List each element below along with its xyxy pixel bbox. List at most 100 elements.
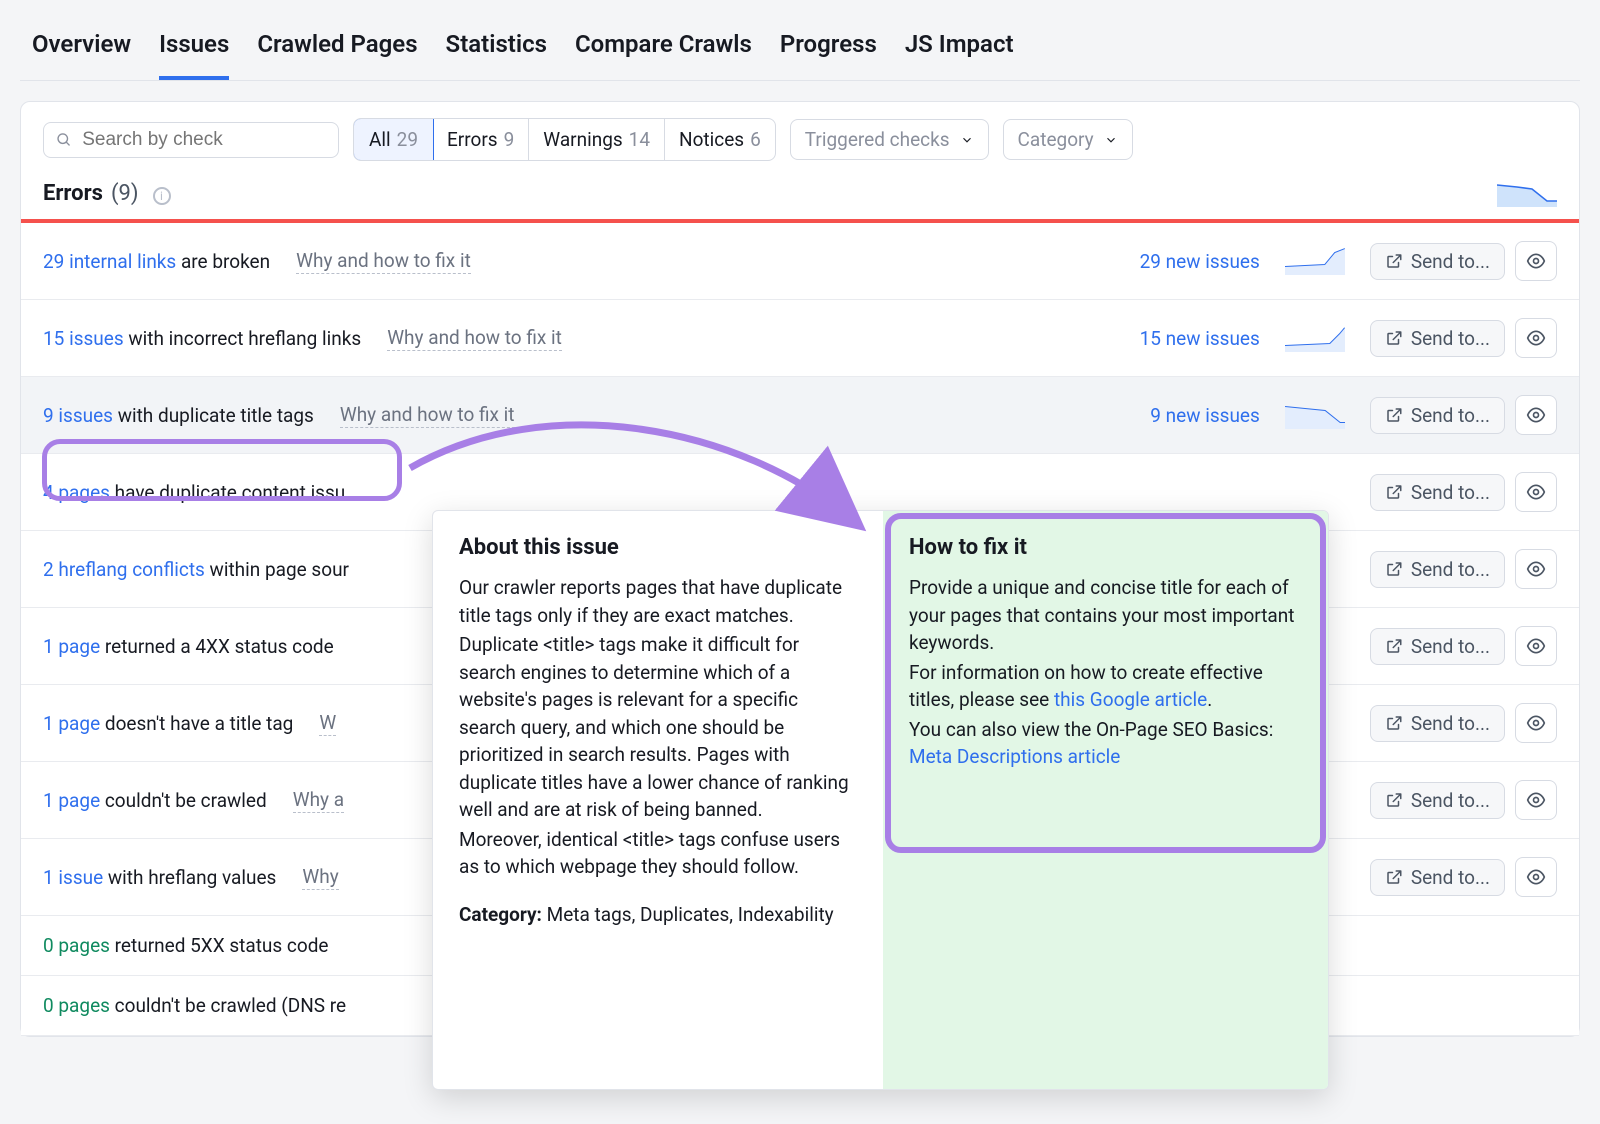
filter-notices[interactable]: Notices6	[665, 119, 775, 160]
issue-text[interactable]: 9 issues with duplicate title tags	[43, 404, 314, 427]
sparkline-icon	[1285, 324, 1345, 352]
sparkline-icon	[1285, 478, 1345, 506]
filter-warnings[interactable]: Warnings14	[529, 119, 665, 160]
send-to-button[interactable]: Send to...	[1370, 320, 1505, 357]
popup-fix-para-1: Provide a unique and concise title for e…	[909, 574, 1302, 657]
errors-header: Errors (9) i	[21, 179, 1579, 219]
hide-button[interactable]	[1515, 780, 1557, 820]
eye-icon	[1526, 636, 1546, 656]
hide-button[interactable]	[1515, 857, 1557, 897]
popup-fix-title: How to fix it	[909, 535, 1302, 560]
info-icon[interactable]: i	[153, 187, 171, 205]
errors-count: (9)	[111, 181, 139, 206]
search-input-wrapper[interactable]	[43, 122, 339, 158]
new-issues-link[interactable]: 29 new issues	[1140, 250, 1260, 273]
tab-js-impact[interactable]: JS Impact	[905, 30, 1014, 80]
popup-about-column: About this issue Our crawler reports pag…	[433, 511, 883, 1089]
issue-text[interactable]: 1 issue with hreflang values	[43, 866, 276, 889]
eye-icon	[1526, 328, 1546, 348]
issue-text[interactable]: 4 pages have duplicate content issu	[43, 481, 345, 504]
eye-icon	[1526, 482, 1546, 502]
share-arrow-icon	[1385, 560, 1403, 578]
filter-segments: All29 Errors9 Warnings14 Notices6	[353, 118, 776, 161]
issue-text[interactable]: 0 pages returned 5XX status code	[43, 934, 328, 957]
hide-button[interactable]	[1515, 318, 1557, 358]
popup-about-para-2: Duplicate <title> tags make it difficult…	[459, 631, 857, 824]
issue-text[interactable]: 2 hreflang conflicts within page sour	[43, 558, 349, 581]
triggered-checks-dropdown[interactable]: Triggered checks	[790, 119, 989, 160]
hide-button[interactable]	[1515, 472, 1557, 512]
sparkline-icon	[1285, 401, 1345, 429]
eye-icon	[1526, 405, 1546, 425]
share-arrow-icon	[1385, 714, 1403, 732]
send-to-button[interactable]: Send to...	[1370, 859, 1505, 896]
send-to-button[interactable]: Send to...	[1370, 628, 1505, 665]
issue-text[interactable]: 29 internal links are broken	[43, 250, 270, 273]
filter-errors[interactable]: Errors9	[433, 119, 529, 160]
share-arrow-icon	[1385, 329, 1403, 347]
hide-button[interactable]	[1515, 626, 1557, 666]
tab-issues[interactable]: Issues	[159, 30, 229, 80]
tab-overview[interactable]: Overview	[32, 30, 131, 80]
popup-category: Category: Meta tags, Duplicates, Indexab…	[459, 901, 857, 929]
send-to-button[interactable]: Send to...	[1370, 782, 1505, 819]
issue-row: 15 issues with incorrect hreflang links W…	[21, 300, 1579, 377]
popup-fix-para-3: You can also view the On-Page SEO Basics…	[909, 716, 1302, 771]
errors-title: Errors	[43, 181, 103, 206]
eye-icon	[1526, 713, 1546, 733]
tab-progress[interactable]: Progress	[780, 30, 877, 80]
popup-about-para-1: Our crawler reports pages that have dupl…	[459, 574, 857, 629]
share-arrow-icon	[1385, 483, 1403, 501]
new-issues-link[interactable]: 9 new issues	[1150, 404, 1260, 427]
why-fix-link[interactable]: Why and how to fix it	[387, 326, 562, 351]
send-to-button[interactable]: Send to...	[1370, 551, 1505, 588]
search-icon	[56, 131, 72, 149]
why-fix-link[interactable]: W	[319, 711, 336, 736]
hide-button[interactable]	[1515, 395, 1557, 435]
popup-about-para-3: Moreover, identical <title> tags confuse…	[459, 826, 857, 881]
eye-icon	[1526, 867, 1546, 887]
eye-icon	[1526, 251, 1546, 271]
search-input[interactable]	[82, 129, 326, 151]
share-arrow-icon	[1385, 791, 1403, 809]
issue-row: 9 issues with duplicate title tags Why an…	[21, 377, 1579, 454]
popup-fix-para-2: For information on how to create effecti…	[909, 659, 1302, 714]
send-to-button[interactable]: Send to...	[1370, 397, 1505, 434]
issue-popup: About this issue Our crawler reports pag…	[432, 510, 1329, 1090]
sparkline-icon	[1285, 247, 1345, 275]
chevron-down-icon	[960, 133, 974, 147]
why-fix-link[interactable]: Why and how to fix it	[340, 403, 515, 428]
share-arrow-icon	[1385, 637, 1403, 655]
share-arrow-icon	[1385, 868, 1403, 886]
hide-button[interactable]	[1515, 703, 1557, 743]
hide-button[interactable]	[1515, 549, 1557, 589]
sparkline-header	[1497, 179, 1557, 207]
popup-fix-column: How to fix it Provide a unique and conci…	[883, 511, 1328, 1089]
popup-google-article-link[interactable]: this Google article	[1054, 688, 1207, 711]
popup-meta-descriptions-link[interactable]: Meta Descriptions article	[909, 745, 1120, 768]
issue-text[interactable]: 15 issues with incorrect hreflang links	[43, 327, 361, 350]
why-fix-link[interactable]: Why a	[293, 788, 344, 813]
filter-all[interactable]: All29	[353, 118, 434, 161]
send-to-button[interactable]: Send to...	[1370, 243, 1505, 280]
tab-statistics[interactable]: Statistics	[446, 30, 547, 80]
new-issues-link[interactable]: 15 new issues	[1140, 327, 1260, 350]
issue-text[interactable]: 0 pages couldn't be crawled (DNS re	[43, 994, 346, 1017]
tab-compare-crawls[interactable]: Compare Crawls	[575, 30, 752, 80]
why-fix-link[interactable]: Why	[302, 865, 338, 890]
send-to-button[interactable]: Send to...	[1370, 474, 1505, 511]
issue-text[interactable]: 1 page doesn't have a title tag	[43, 712, 293, 735]
issue-text[interactable]: 1 page returned a 4XX status code	[43, 635, 334, 658]
why-fix-link[interactable]: Why and how to fix it	[296, 249, 471, 274]
send-to-button[interactable]: Send to...	[1370, 705, 1505, 742]
issue-row: 29 internal links are broken Why and how …	[21, 223, 1579, 300]
hide-button[interactable]	[1515, 241, 1557, 281]
share-arrow-icon	[1385, 406, 1403, 424]
share-arrow-icon	[1385, 252, 1403, 270]
category-dropdown[interactable]: Category	[1003, 119, 1133, 160]
eye-icon	[1526, 559, 1546, 579]
issue-text[interactable]: 1 page couldn't be crawled	[43, 789, 267, 812]
eye-icon	[1526, 790, 1546, 810]
tabs: Overview Issues Crawled Pages Statistics…	[20, 0, 1580, 81]
tab-crawled-pages[interactable]: Crawled Pages	[257, 30, 417, 80]
